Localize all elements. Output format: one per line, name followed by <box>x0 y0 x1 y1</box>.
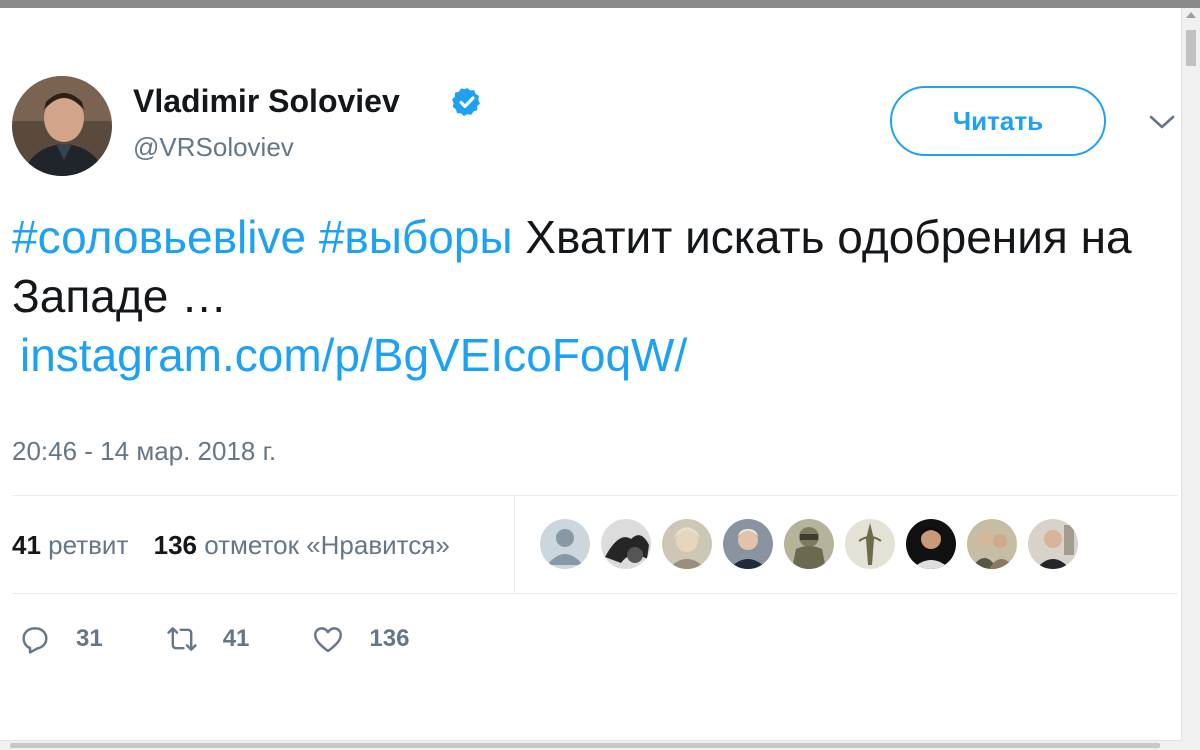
reply-icon <box>22 627 48 654</box>
retweet-icon <box>167 627 197 651</box>
window-top-edge <box>0 0 1200 8</box>
likes-count: 136 <box>153 530 197 560</box>
follow-button[interactable]: Читать <box>890 86 1106 156</box>
liker-avatar[interactable] <box>662 519 712 569</box>
likers-avatars <box>540 519 1089 569</box>
avatar[interactable] <box>12 76 112 176</box>
like-count: 136 <box>369 625 410 652</box>
likes-label: отметок «Нравится» <box>204 530 450 560</box>
liker-avatar[interactable] <box>1028 519 1078 569</box>
liker-avatar[interactable] <box>845 519 895 569</box>
liker-avatar[interactable] <box>784 519 834 569</box>
liker-avatar[interactable] <box>601 519 651 569</box>
retweet-action[interactable]: 41 <box>165 622 250 656</box>
retweet-count: 41 <box>222 625 250 652</box>
liker-avatar[interactable] <box>723 519 773 569</box>
tweet-text: #соловьевlive #выборы Хватит искать одоб… <box>12 208 1172 385</box>
scroll-up-icon[interactable] <box>1186 12 1196 18</box>
liker-avatar[interactable] <box>967 519 1017 569</box>
horizontal-scrollbar[interactable] <box>0 740 1182 750</box>
avatar-image <box>12 76 112 176</box>
profile-name[interactable]: Vladimir Soloviev <box>133 83 400 120</box>
instagram-link[interactable]: instagram.com/p/BgVEIcoFoqW/ <box>20 329 687 381</box>
divider <box>514 496 515 593</box>
liker-avatar[interactable] <box>906 519 956 569</box>
retweets-label: ретвит <box>48 530 129 560</box>
profile-handle[interactable]: @VRSoloviev <box>133 132 294 163</box>
liker-avatar[interactable] <box>540 519 590 569</box>
scrollbar-thumb[interactable] <box>1186 30 1196 66</box>
scrollbar-thumb[interactable] <box>10 743 1160 748</box>
hashtag-link[interactable]: #выборы <box>319 211 513 263</box>
hashtag-link[interactable]: #соловьевlive <box>12 211 306 263</box>
retweets-stat[interactable]: 41 ретвит <box>12 530 128 560</box>
tweet-stats: 41 ретвит 136 отметок «Нравится» <box>12 530 468 561</box>
heart-icon <box>314 627 343 653</box>
reply-action[interactable]: 31 <box>18 622 103 656</box>
vertical-scrollbar[interactable] <box>1181 8 1200 750</box>
likes-stat[interactable]: 136 отметок «Нравится» <box>154 530 450 560</box>
divider <box>12 593 1178 594</box>
reply-count: 31 <box>76 625 103 652</box>
divider <box>12 495 1178 496</box>
tweet-actions: 31 41 136 <box>18 622 471 656</box>
verified-badge-icon <box>452 88 480 116</box>
retweets-count: 41 <box>12 530 41 560</box>
like-action[interactable]: 136 <box>311 622 409 656</box>
tweet-timestamp[interactable]: 20:46 - 14 мар. 2018 г. <box>12 436 276 467</box>
chevron-down-icon[interactable] <box>1148 112 1176 132</box>
